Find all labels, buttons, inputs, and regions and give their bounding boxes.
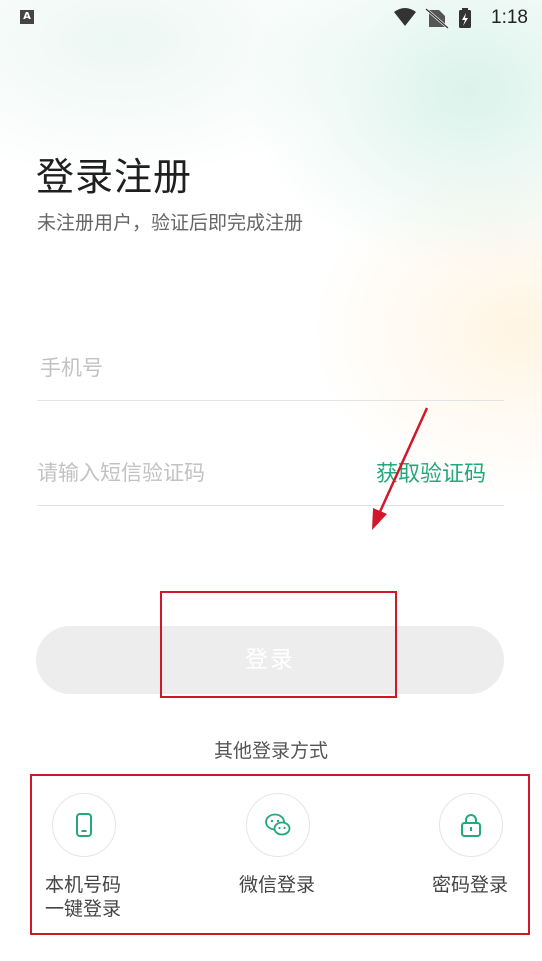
phone-icon <box>76 813 92 837</box>
one-click-label-line1: 本机号码 <box>44 874 121 896</box>
one-click-login-button[interactable] <box>52 793 116 857</box>
one-click-login-label: 本机号码 一键登录 <box>33 873 133 921</box>
page-title: 登录注册 <box>36 155 193 199</box>
no-sim-icon <box>425 8 449 29</box>
one-click-label-line2: 一键登录 <box>44 898 121 920</box>
sms-code-input[interactable] <box>37 455 357 491</box>
battery-charging-icon <box>459 8 471 28</box>
wifi-icon <box>394 8 416 26</box>
password-login-label: 密码登录 <box>431 874 508 896</box>
other-login-title: 其他登录方式 <box>213 740 328 762</box>
status-bar: A 1:18 <box>0 0 542 36</box>
lock-icon <box>461 814 481 837</box>
annotation-arrow <box>372 407 429 530</box>
notification-indicator: A <box>20 10 34 24</box>
status-icons <box>394 8 471 29</box>
login-button[interactable]: 登录 <box>36 626 504 694</box>
wechat-login-label: 微信登录 <box>238 874 315 896</box>
status-time: 1:18 <box>491 7 528 28</box>
wechat-login-button[interactable] <box>246 793 310 857</box>
wechat-icon <box>265 813 291 836</box>
page-subtitle: 未注册用户，验证后即完成注册 <box>37 212 304 234</box>
phone-input[interactable] <box>40 350 480 386</box>
password-login-button[interactable] <box>439 793 503 857</box>
